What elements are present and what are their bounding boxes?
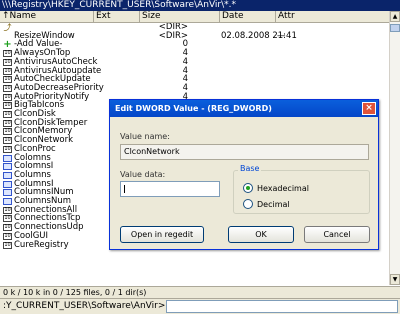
scroll-thumb[interactable] [390, 24, 400, 32]
scroll-down-icon[interactable]: ▼ [390, 274, 400, 285]
column-header: ↑Name Ext Size Date Attr [0, 11, 389, 23]
column-date[interactable]: Date [220, 11, 276, 22]
value-name-label: Value name: [120, 132, 170, 141]
binary-icon [3, 189, 12, 197]
text-caret [124, 185, 125, 193]
binary-icon [3, 171, 12, 179]
dword-icon: 10 [3, 93, 12, 101]
dword-icon: 10 [3, 111, 12, 118]
hexadecimal-label[interactable]: Hexadecimal [257, 184, 309, 193]
item-size: 4 [182, 48, 188, 59]
binary-icon [3, 180, 12, 188]
scroll-up-icon[interactable]: ▲ [390, 11, 400, 22]
add-value-icon: + [3, 39, 12, 51]
decimal-radio[interactable] [243, 199, 253, 209]
value-name-field: ClconNetwork [120, 144, 369, 160]
item-size: 0 [182, 39, 188, 50]
dword-icon: 10 [3, 58, 12, 66]
up-dir-icon: ⤴ [3, 23, 12, 32]
command-bar: :Y_CURRENT_USER\Software\AnVir> [0, 298, 400, 314]
open-in-regedit-button[interactable]: Open in regedit [120, 226, 204, 243]
path-bar: \\\Registry\HKEY_CURRENT_USER\Software\A… [0, 0, 400, 11]
dword-icon: 10 [3, 137, 12, 145]
item-size: <DIR> [158, 30, 188, 41]
dword-icon: 10 [3, 145, 12, 153]
decimal-label[interactable]: Decimal [257, 200, 290, 209]
dword-icon: 10 [3, 84, 12, 92]
value-data-label: Value data: [120, 170, 166, 179]
dword-icon: 10 [3, 224, 12, 232]
command-path: :Y_CURRENT_USER\Software\AnVir> [3, 301, 166, 311]
binary-icon [3, 154, 12, 162]
dword-icon: 10 [3, 102, 12, 110]
dword-icon: 10 [3, 128, 12, 136]
binary-icon [3, 163, 12, 171]
command-input[interactable] [166, 300, 398, 313]
column-name[interactable]: ↑Name [0, 11, 94, 22]
item-name: CureRegistry [14, 239, 69, 250]
item-size: 4 [182, 82, 188, 93]
value-data-input[interactable] [120, 181, 220, 197]
item-size: 4 [182, 56, 188, 67]
hexadecimal-radio[interactable] [243, 183, 253, 193]
dword-icon: 10 [3, 67, 12, 75]
cancel-button[interactable]: Cancel [304, 226, 370, 243]
column-size[interactable]: Size [140, 11, 220, 22]
binary-icon [3, 198, 12, 205]
ok-button[interactable]: OK [228, 226, 294, 243]
item-attr: — [277, 30, 286, 41]
item-size: 4 [182, 65, 188, 76]
edit-dword-dialog: Edit DWORD Value - (REG_DWORD) × Value n… [109, 99, 379, 250]
close-icon[interactable]: × [362, 102, 376, 115]
status-bar: 0 k / 10 k in 0 / 125 files, 0 / 1 dir(s… [0, 286, 400, 298]
vertical-scrollbar[interactable]: ▲ ▼ [389, 11, 400, 285]
column-attr[interactable]: Attr [276, 11, 389, 22]
dword-icon: 10 [3, 215, 12, 223]
dword-icon: 10 [3, 76, 12, 84]
dword-icon: 10 [3, 232, 12, 240]
dword-icon: 10 [3, 206, 12, 214]
dword-icon: 10 [3, 50, 12, 58]
column-ext[interactable]: Ext [94, 11, 140, 22]
dword-icon: 10 [3, 119, 12, 127]
base-label: Base [238, 164, 262, 173]
radio-selected-dot [246, 186, 250, 190]
dword-icon: 10 [3, 241, 12, 249]
dialog-title: Edit DWORD Value - (REG_DWORD) [110, 100, 378, 117]
item-size: 4 [182, 74, 188, 85]
